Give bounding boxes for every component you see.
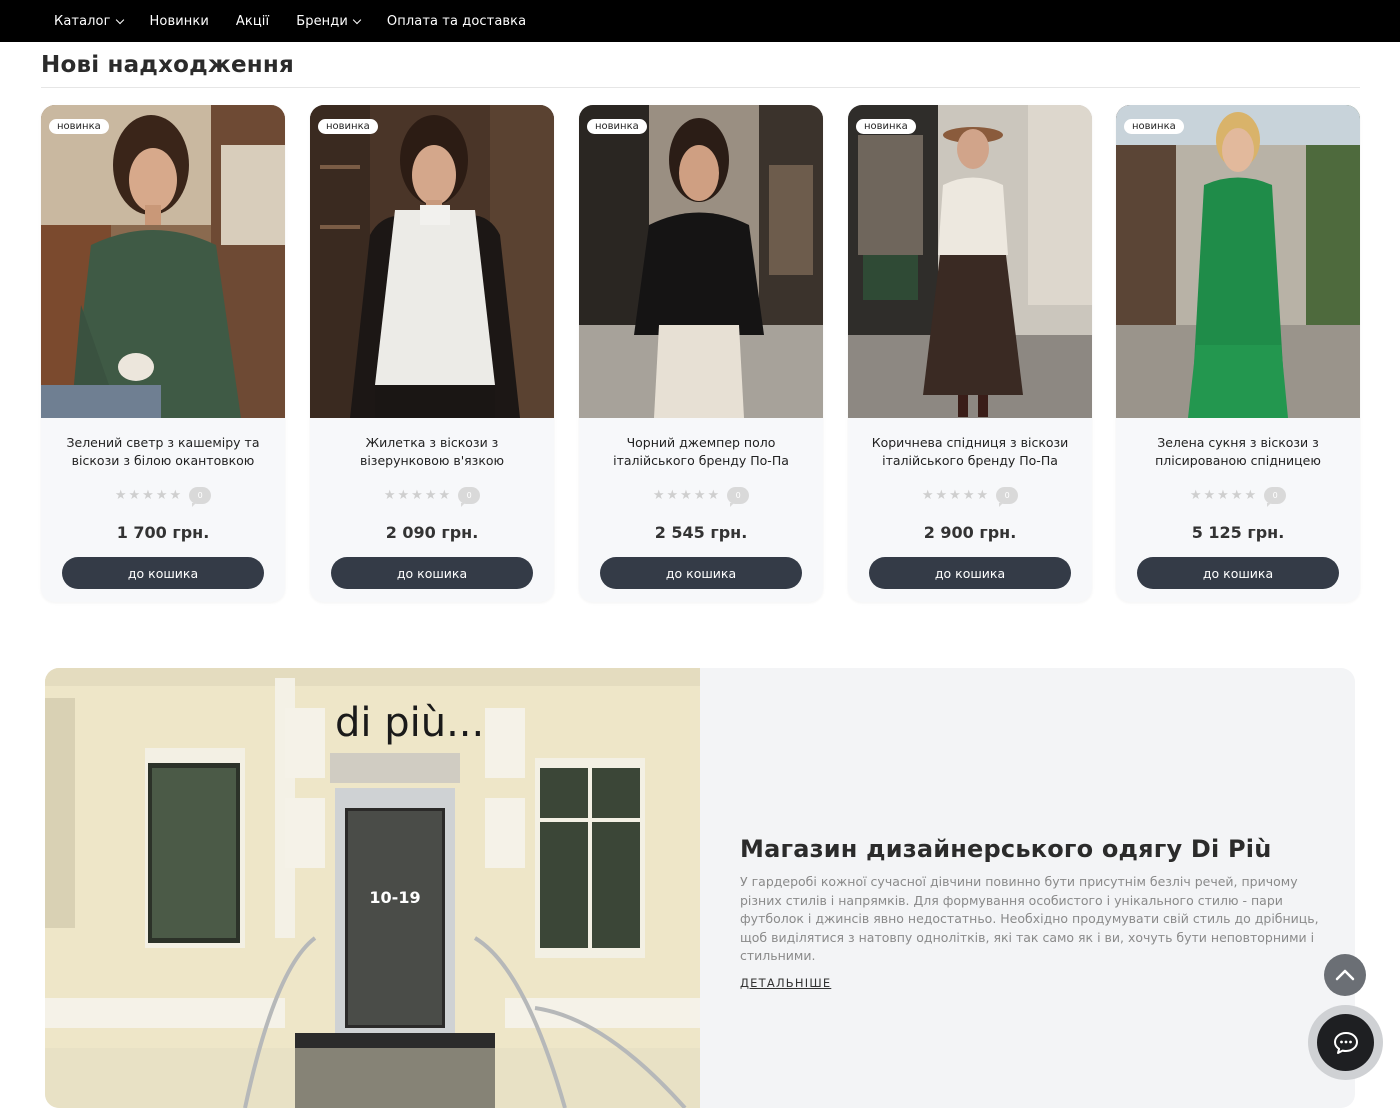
nav-item-catalog[interactable]: Каталог (54, 13, 124, 29)
star-icon: ★ (1244, 488, 1257, 503)
new-badge: новинка (587, 119, 647, 134)
add-to-cart-button[interactable]: до кошика (62, 557, 264, 589)
product-card[interactable]: новинка Жилетка з віскози з візерунковою… (310, 105, 554, 602)
chevron-down-icon (115, 15, 124, 24)
product-name[interactable]: Зелений светр з кашеміру та віскози з бі… (53, 434, 273, 470)
product-card[interactable]: новинка Коричнева спідниця з віскози іта… (848, 105, 1092, 602)
new-badge: новинка (49, 119, 109, 134)
star-icon: ★ (438, 488, 451, 503)
section-title: Нові надходження (41, 52, 294, 78)
star-icon: ★ (652, 488, 665, 503)
product-photo[interactable]: новинка (579, 105, 823, 418)
scroll-top-button[interactable] (1324, 954, 1366, 996)
review-count-icon[interactable]: 0 (189, 487, 212, 507)
star-icon: ★ (680, 488, 692, 503)
product-name[interactable]: Коричнева спідниця з віскози італійськог… (860, 434, 1080, 470)
star-icon: ★ (949, 488, 961, 503)
new-badge: новинка (856, 119, 916, 134)
product-photo[interactable]: новинка (41, 105, 285, 418)
star-icon: ★ (114, 488, 127, 503)
star-icon: ★ (411, 488, 423, 503)
store-photo: 10-19 di più... (45, 668, 700, 1108)
divider (41, 87, 1360, 88)
product-photo[interactable]: новинка (1116, 105, 1360, 418)
star-icon: ★ (1189, 488, 1202, 503)
nav-item-label: Акції (235, 13, 270, 29)
star-icon: ★ (169, 488, 182, 503)
add-to-cart-button[interactable]: до кошика (869, 557, 1071, 589)
star-icon: ★ (128, 488, 141, 503)
nav-item-label: Бренди (296, 13, 348, 29)
product-price: 2 545 грн. (654, 523, 748, 542)
product-card[interactable]: новинка Зелена сукня з віскози з плісиро… (1116, 105, 1360, 602)
star-icon: ★ (155, 488, 168, 503)
star-icon: ★ (397, 488, 410, 503)
chat-button[interactable] (1308, 1005, 1383, 1080)
product-name[interactable]: Зелена сукня з віскози з плісированою сп… (1128, 434, 1348, 470)
product-price: 2 090 грн. (385, 523, 479, 542)
read-more-link[interactable]: ДЕТАЛЬНІШЕ (740, 976, 831, 990)
nav-item-label: Новинки (149, 13, 209, 29)
product-price: 2 900 грн. (923, 523, 1017, 542)
star-icon: ★ (921, 488, 934, 503)
star-icon: ★ (142, 488, 154, 503)
product-card[interactable]: новинка Чорний джемпер поло італійського… (579, 105, 823, 602)
review-count-icon[interactable]: 0 (1264, 487, 1287, 507)
store-title: Магазин дизайнерського одягу Di Più (740, 835, 1272, 863)
star-icon: ★ (1217, 488, 1229, 503)
new-badge: новинка (318, 119, 378, 134)
star-icon: ★ (707, 488, 720, 503)
review-count-icon[interactable]: 0 (727, 487, 750, 507)
review-count-icon[interactable]: 0 (996, 487, 1019, 507)
door-number: 10-19 (369, 888, 420, 907)
star-icon: ★ (962, 488, 975, 503)
star-icon: ★ (693, 488, 706, 503)
add-to-cart-button[interactable]: до кошика (600, 557, 802, 589)
top-nav: Каталог Новинки Акції Бренди Оплата та д… (0, 0, 1400, 42)
rating: ★ ★ ★ ★ ★ 0 (310, 487, 554, 507)
chat-icon (1333, 1031, 1358, 1054)
nav-item-sales[interactable]: Акції (236, 14, 269, 29)
star-icon: ★ (383, 488, 396, 503)
nav-item-label: Каталог (54, 13, 111, 29)
product-card[interactable]: новинка Зелений светр з кашеміру та віск… (41, 105, 285, 602)
rating: ★ ★ ★ ★ ★ 0 (1116, 487, 1360, 507)
review-count-icon[interactable]: 0 (458, 487, 481, 507)
rating: ★ ★ ★ ★ ★ 0 (848, 487, 1092, 507)
product-price: 1 700 грн. (116, 523, 210, 542)
add-to-cart-button[interactable]: до кошика (331, 557, 533, 589)
chat-button-inner (1317, 1014, 1374, 1071)
nav-item-label: Оплата та доставка (386, 13, 527, 29)
store-description: У гардеробі кожної сучасної дівчини пови… (740, 874, 1319, 963)
star-icon: ★ (1230, 488, 1243, 503)
star-icon: ★ (935, 488, 948, 503)
store-banner: 10-19 di più... Магазин дизайнерського о… (45, 668, 1355, 1108)
nav-item-new[interactable]: Новинки (150, 14, 209, 29)
nav-item-payment-delivery[interactable]: Оплата та доставка (387, 14, 526, 29)
star-icon: ★ (1203, 488, 1216, 503)
nav-item-brands[interactable]: Бренди (296, 13, 362, 29)
add-to-cart-button[interactable]: до кошика (1137, 557, 1339, 589)
product-photo[interactable]: новинка (848, 105, 1092, 418)
rating: ★ ★ ★ ★ ★ 0 (579, 487, 823, 507)
star-icon: ★ (424, 488, 437, 503)
product-name[interactable]: Чорний джемпер поло італійського бренду … (591, 434, 811, 470)
chevron-up-icon (1335, 969, 1355, 981)
new-badge: новинка (1124, 119, 1184, 134)
product-name[interactable]: Жилетка з віскози з візерунковою в'язкою (322, 434, 542, 470)
product-price: 5 125 грн. (1191, 523, 1285, 542)
rating: ★ ★ ★ ★ ★ 0 (41, 487, 285, 507)
product-grid: новинка Зелений светр з кашеміру та віск… (41, 105, 1360, 605)
product-photo[interactable]: новинка (310, 105, 554, 418)
star-icon: ★ (976, 488, 989, 503)
chevron-down-icon (352, 15, 362, 24)
star-icon: ★ (666, 488, 679, 503)
store-sign: di più... (335, 700, 484, 746)
